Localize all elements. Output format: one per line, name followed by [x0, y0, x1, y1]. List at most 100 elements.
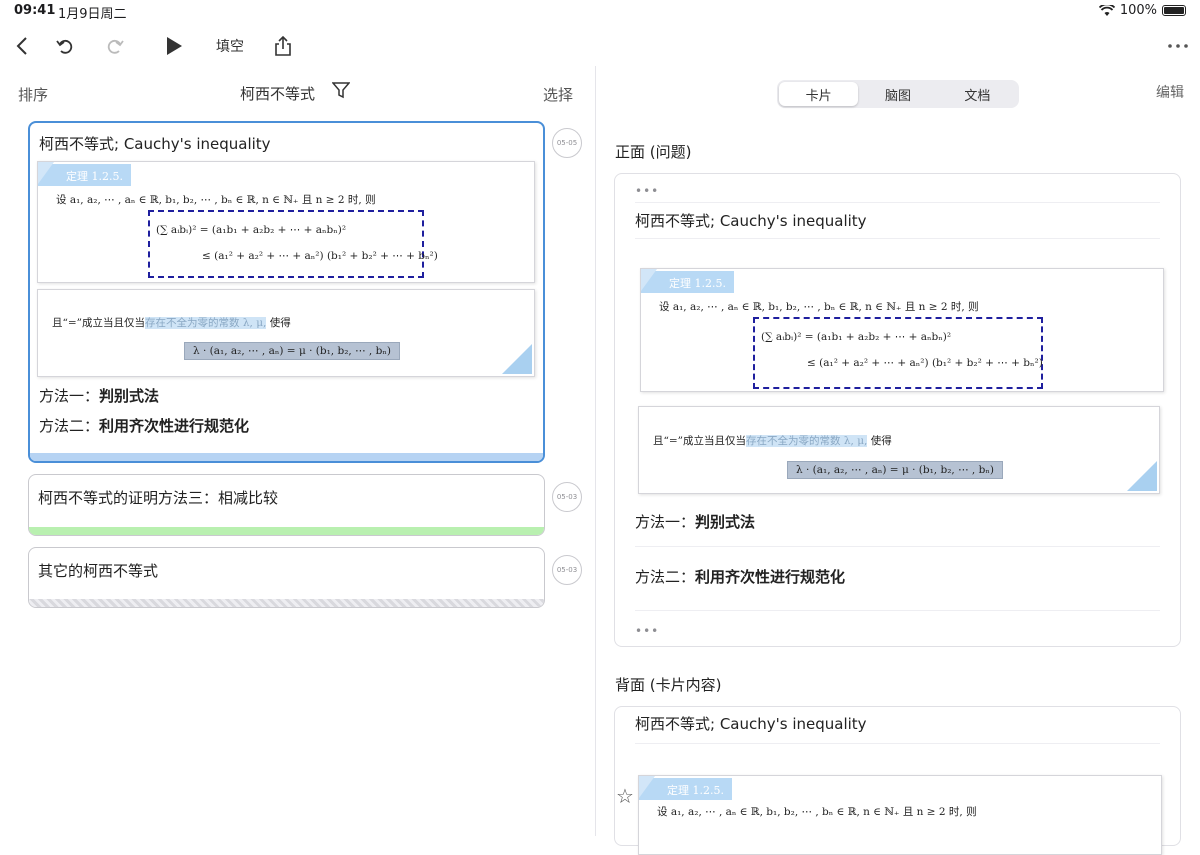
card-color-bar [29, 527, 544, 535]
back-button[interactable] [10, 32, 34, 60]
method-2-value: 利用齐次性进行规范化 [695, 568, 846, 586]
theorem-tag: 定理 1.2.5. [639, 776, 732, 800]
tab-mindmap[interactable]: 脑图 [858, 82, 937, 106]
battery-percent: 100% [1119, 3, 1157, 18]
equality-formula: λ · (a₁, a₂, ⋯ , aₙ) = μ · (b₁, b₂, ⋯ , … [787, 461, 1003, 479]
condition-prefix: 且“=”成立当且仅当 [52, 317, 146, 329]
method-2-value: 利用齐次性进行规范化 [99, 417, 250, 435]
filter-button[interactable] [331, 81, 351, 103]
fill-blank-button[interactable]: 填空 [214, 32, 246, 60]
method-1-value: 判别式法 [695, 513, 756, 531]
equality-formula: λ · (a₁, a₂, ⋯ , aₙ) = μ · (b₁, b₂, ⋯ , … [184, 342, 400, 360]
theorem-image: 定理 1.2.5. 设 a₁, a₂, ⋯ , aₙ ∈ ℝ, b₁, b₂, … [37, 161, 535, 283]
tab-document[interactable]: 文档 [938, 82, 1017, 106]
page-corner-icon [1127, 461, 1157, 491]
select-button[interactable]: 选择 [543, 84, 573, 105]
front-panel[interactable]: ••• 柯西不等式; Cauchy's inequality 定理 1.2.5.… [614, 173, 1181, 647]
bottom-dots: ••• [635, 624, 660, 638]
condition-text: 且“=”成立当且仅当存在不全为零的常数 λ, μ, 使得 [52, 315, 291, 330]
more-icon [1168, 44, 1188, 48]
method-1-prefix: 方法一： [635, 513, 696, 531]
back-section-label: 背面 (卡片内容) [615, 676, 722, 694]
inequality-box: (∑ aᵢbᵢ)² = (a₁b₁ + a₂b₂ + ⋯ + aₙbₙ)² ≤ … [753, 317, 1043, 389]
play-button[interactable] [160, 32, 188, 60]
condition-text: 且“=”成立当且仅当存在不全为零的常数 λ, μ, 使得 [653, 433, 892, 448]
fill-blank-label: 填空 [216, 39, 244, 55]
condition-highlight: 存在不全为零的常数 λ, μ, [746, 435, 868, 447]
card-color-bar [30, 453, 543, 461]
undo-button[interactable] [52, 32, 78, 60]
filter-icon [331, 82, 351, 99]
inequality-line-2: ≤ (a₁² + a₂² + ⋯ + aₙ²) (b₁² + b₂² + ⋯ +… [202, 250, 438, 262]
sort-button[interactable]: 排序 [18, 84, 48, 105]
card-color-bar [29, 599, 544, 607]
theorem-statement: 设 a₁, a₂, ⋯ , aₙ ∈ ℝ, b₁, b₂, ⋯ , bₙ ∈ ℝ… [657, 806, 977, 818]
inequality-box: (∑ aᵢbᵢ)² = (a₁b₁ + a₂b₂ + ⋯ + aₙbₙ)² ≤ … [148, 210, 438, 278]
theorem-statement: 设 a₁, a₂, ⋯ , aₙ ∈ ℝ, b₁, b₂, ⋯ , bₙ ∈ ℝ… [56, 194, 376, 206]
card-date-bubble: 05-05 [552, 128, 582, 158]
inequality-line-1: (∑ aᵢbᵢ)² = (a₁b₁ + a₂b₂ + ⋯ + aₙbₙ)² [761, 331, 952, 343]
edit-button[interactable]: 编辑 [1156, 82, 1184, 102]
theorem-tag: 定理 1.2.5. [38, 162, 131, 186]
card-item[interactable]: 其它的柯西不等式 [28, 547, 545, 608]
condition-suffix: 使得 [867, 435, 892, 447]
card-date-bubble: 05-03 [552, 482, 582, 512]
undo-icon [56, 39, 73, 54]
status-time: 09:41 [14, 3, 56, 18]
condition-suffix: 使得 [266, 317, 291, 329]
status-right: 100% [1098, 3, 1186, 18]
battery-icon [1162, 5, 1186, 16]
method-1-prefix: 方法一： [39, 387, 100, 405]
method-2-prefix: 方法二： [39, 417, 100, 435]
theorem-tag: 定理 1.2.5. [641, 269, 734, 293]
toolbar: 填空 [0, 26, 1200, 66]
redo-icon [107, 39, 124, 54]
share-icon [275, 36, 291, 56]
back-title: 柯西不等式; Cauchy's inequality [635, 715, 867, 733]
card-title: 柯西不等式的证明方法三：相减比较 [38, 489, 279, 507]
page-corner-icon [502, 344, 532, 374]
inequality-line-2: ≤ (a₁² + a₂² + ⋯ + aₙ²) (b₁² + b₂² + ⋯ +… [807, 357, 1043, 369]
card-title: 其它的柯西不等式 [38, 562, 159, 580]
method-1: 方法一：判别式法 [39, 385, 159, 406]
chevron-left-icon [16, 37, 27, 55]
separator [635, 202, 1160, 203]
method-2-prefix: 方法二： [635, 568, 696, 586]
redo-button[interactable] [102, 32, 128, 60]
back-panel[interactable]: 柯西不等式; Cauchy's inequality 定理 1.2.5. 设 a… [614, 706, 1181, 855]
method-2: 方法二：利用齐次性进行规范化 [39, 415, 249, 436]
list-title: 柯西不等式 [240, 85, 316, 103]
top-dots: ••• [635, 184, 660, 198]
more-button[interactable] [1166, 32, 1190, 60]
list-header: 排序 柯西不等式 选择 [0, 70, 595, 114]
share-button[interactable] [270, 32, 296, 60]
method-1: 方法一：判别式法 [635, 511, 755, 532]
tab-card[interactable]: 卡片 [779, 82, 859, 106]
wifi-icon [1098, 4, 1115, 16]
card-item[interactable]: 柯西不等式的证明方法三：相减比较 [28, 474, 545, 536]
play-icon [167, 37, 182, 55]
inequality-line-1: (∑ aᵢbᵢ)² = (a₁b₁ + a₂b₂ + ⋯ + aₙbₙ)² [156, 224, 347, 236]
separator [635, 238, 1160, 239]
separator [635, 546, 1160, 547]
view-segmented-control: 卡片 脑图 文档 [777, 80, 1019, 108]
card-date-bubble: 05-03 [552, 555, 582, 585]
status-bar: 09:41 1月9日周二 100% [0, 0, 1200, 22]
front-section-label: 正面 (问题) [615, 143, 692, 161]
star-icon[interactable]: ☆ [616, 784, 634, 808]
separator [635, 743, 1160, 744]
theorem-statement: 设 a₁, a₂, ⋯ , aₙ ∈ ℝ, b₁, b₂, ⋯ , bₙ ∈ ℝ… [659, 301, 979, 313]
card-item-active[interactable]: 柯西不等式; Cauchy's inequality 定理 1.2.5. 设 a… [28, 121, 545, 463]
card-title: 柯西不等式; Cauchy's inequality [39, 135, 271, 153]
pane-divider [595, 66, 596, 836]
theorem-image: 定理 1.2.5. 设 a₁, a₂, ⋯ , aₙ ∈ ℝ, b₁, b₂, … [640, 268, 1164, 392]
condition-highlight: 存在不全为零的常数 λ, μ, [145, 317, 267, 329]
front-title: 柯西不等式; Cauchy's inequality [635, 212, 867, 230]
equality-condition-image: 且“=”成立当且仅当存在不全为零的常数 λ, μ, 使得 λ · (a₁, a₂… [37, 289, 535, 377]
method-2: 方法二：利用齐次性进行规范化 [635, 566, 845, 587]
equality-condition-image: 且“=”成立当且仅当存在不全为零的常数 λ, μ, 使得 λ · (a₁, a₂… [638, 406, 1160, 494]
status-date: 1月9日周二 [58, 7, 127, 22]
separator [635, 610, 1160, 611]
method-1-value: 判别式法 [99, 387, 160, 405]
theorem-image: 定理 1.2.5. 设 a₁, a₂, ⋯ , aₙ ∈ ℝ, b₁, b₂, … [638, 775, 1162, 855]
